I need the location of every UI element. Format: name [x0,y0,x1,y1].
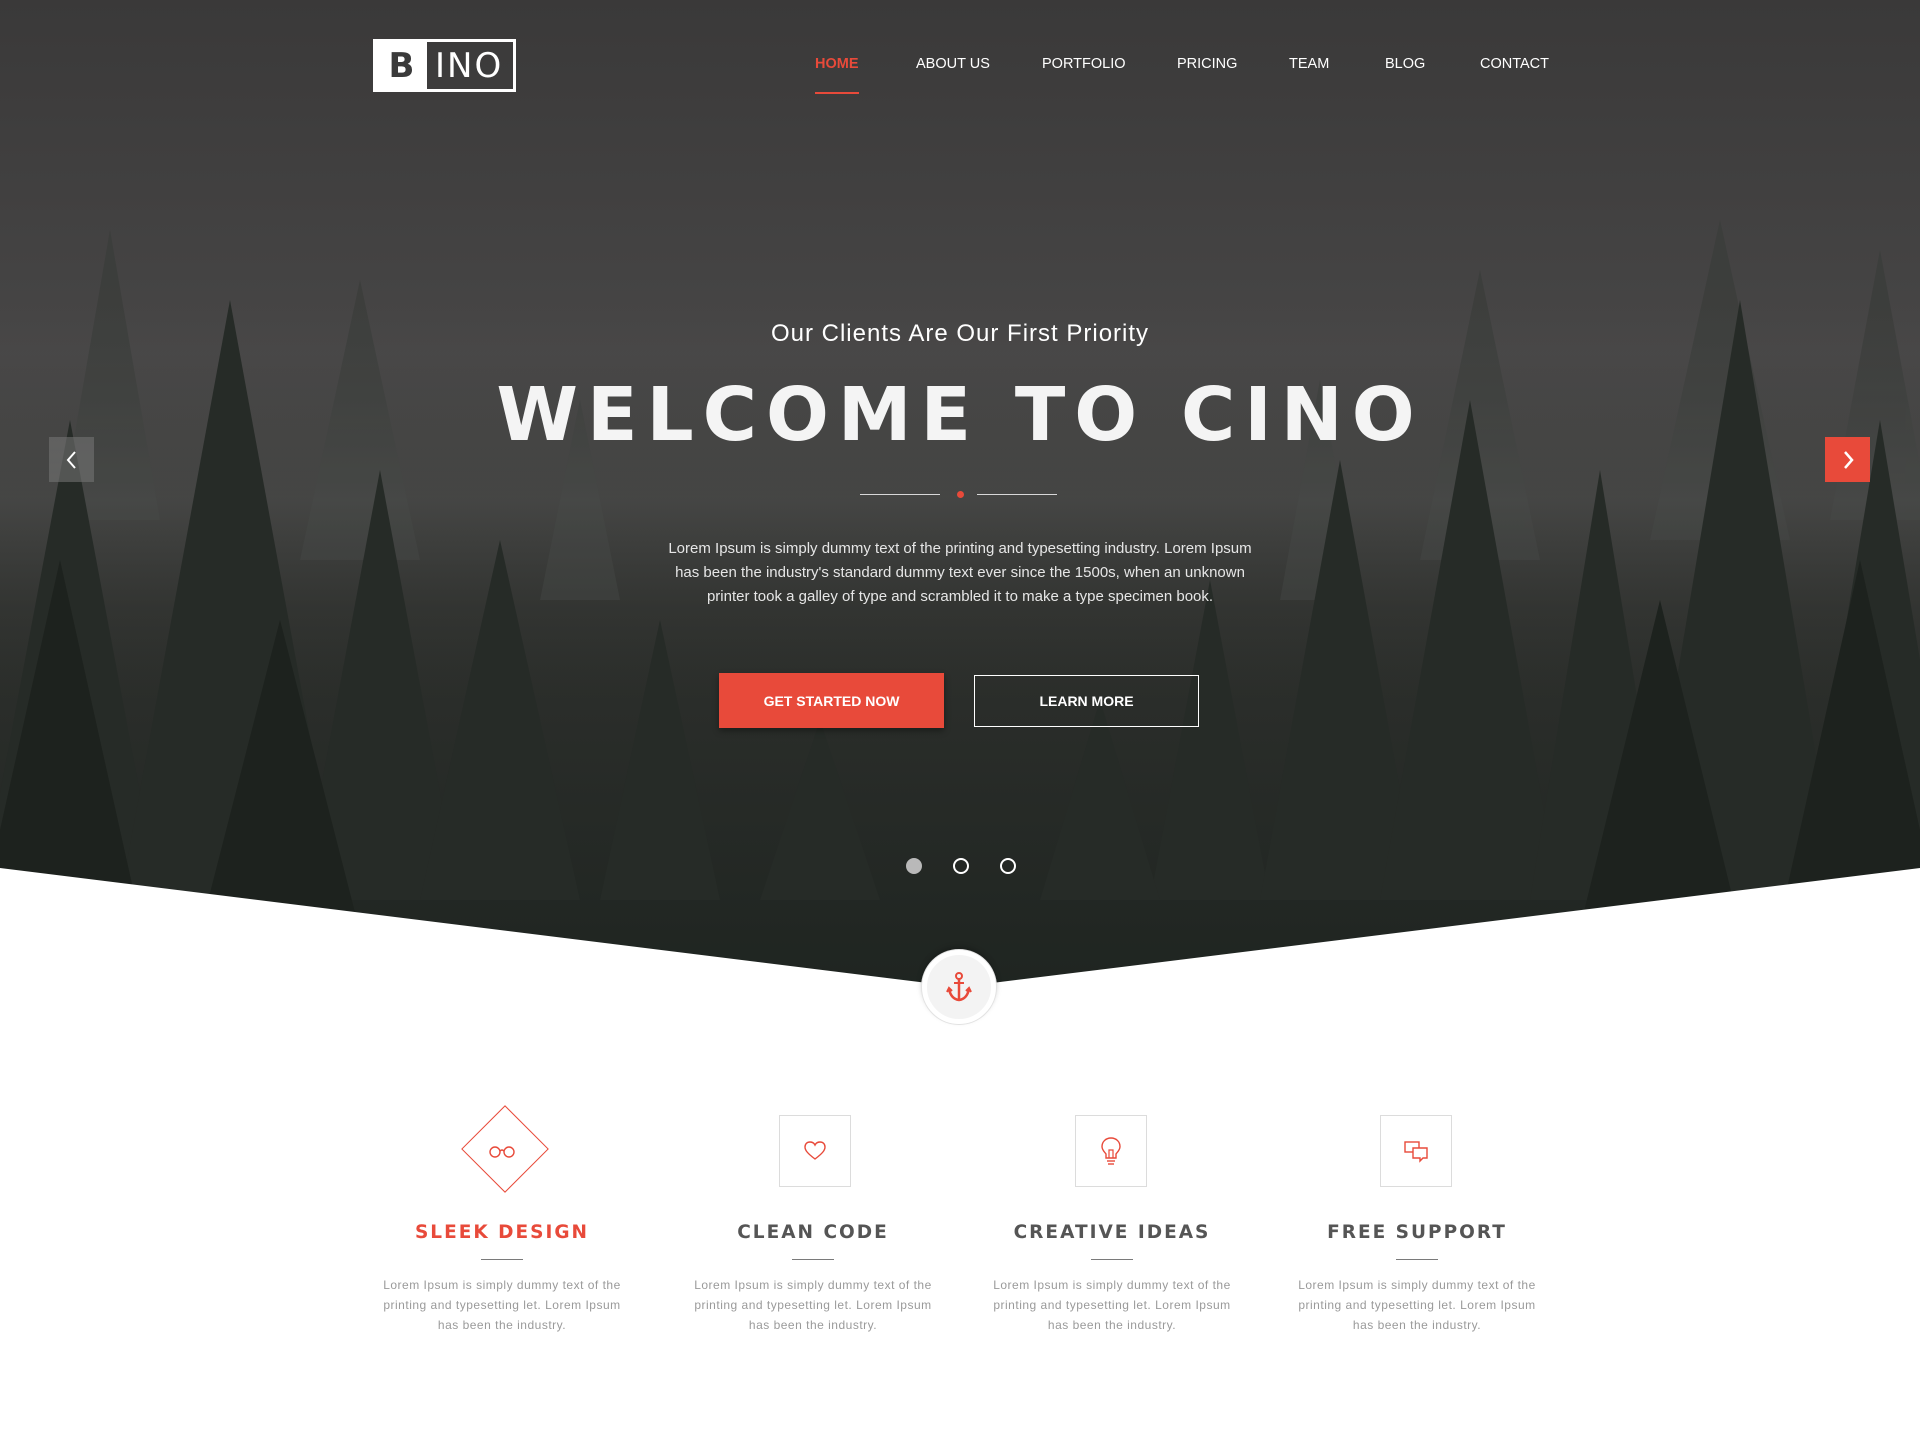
hero-description: Lorem Ipsum is simply dummy text of the … [668,540,1252,605]
hero-section: B INO HOME ABOUT US PORTFOLIO PRICING TE… [0,0,1920,1010]
feature-title: FREE SUPPORT [1327,1222,1507,1243]
feature-divider [481,1259,523,1260]
feature-divider [1396,1259,1438,1260]
feature-text: Lorem Ipsum is simply dummy text of the … [383,1278,621,1332]
feature-creative-ideas: CREATIVE IDEAS Lorem Ipsum is simply dum… [977,1105,1247,1335]
slider-dot-1[interactable] [906,858,922,874]
feature-title: CREATIVE IDEAS [1013,1222,1211,1243]
feature-icon-frame [1075,1115,1147,1187]
feature-text: Lorem Ipsum is simply dummy text of the … [1298,1278,1536,1332]
feature-icon-frame [1380,1115,1452,1187]
hero-subtitle: Our Clients Are Our First Priority [770,320,1150,347]
nav-item-team[interactable]: TEAM [1289,56,1329,72]
hero-title: WELCOME TO CINO [496,372,1424,458]
nav-item-portfolio[interactable]: PORTFOLIO [1042,56,1126,72]
nav-item-home[interactable]: HOME [815,56,859,72]
feature-title: SLEEK DESIGN [414,1222,590,1243]
feature-clean-code: CLEAN CODE Lorem Ipsum is simply dummy t… [678,1105,948,1335]
nav-item-contact[interactable]: CONTACT [1480,56,1549,72]
feature-text: Lorem Ipsum is simply dummy text of the … [694,1278,932,1332]
slider-next-button[interactable] [1825,437,1870,482]
feature-sleek-design: SLEEK DESIGN Lorem Ipsum is simply dummy… [367,1105,637,1335]
glasses-icon [489,1146,515,1158]
chevron-left-icon [66,450,76,469]
feature-divider [1091,1259,1133,1260]
get-started-button[interactable]: GET STARTED NOW [719,673,944,728]
feature-free-support: FREE SUPPORT Lorem Ipsum is simply dummy… [1282,1105,1552,1335]
anchor-icon [946,972,972,1002]
lightbulb-icon [1101,1137,1121,1165]
chevron-right-icon [1843,450,1854,469]
nav-item-about-us[interactable]: ABOUT US [916,56,990,72]
nav-active-indicator [815,92,859,94]
learn-more-button[interactable]: LEARN MORE [974,675,1199,727]
main-nav: HOME ABOUT US PORTFOLIO PRICING TEAM BLO… [0,56,1920,96]
nav-item-pricing[interactable]: PRICING [1177,56,1237,72]
heart-icon [804,1141,826,1160]
slider-pagination [0,858,1920,876]
feature-divider [792,1259,834,1260]
scroll-down-button[interactable] [922,950,996,1024]
hero-divider [860,489,1060,501]
slider-dot-3[interactable] [1000,858,1016,874]
nav-item-blog[interactable]: BLOG [1385,56,1425,72]
slider-dot-2[interactable] [953,858,969,874]
feature-icon-frame [779,1115,851,1187]
chat-icon [1404,1141,1428,1163]
feature-title: CLEAN CODE [737,1222,889,1243]
slider-prev-button[interactable] [49,437,94,482]
feature-text: Lorem Ipsum is simply dummy text of the … [993,1278,1231,1332]
